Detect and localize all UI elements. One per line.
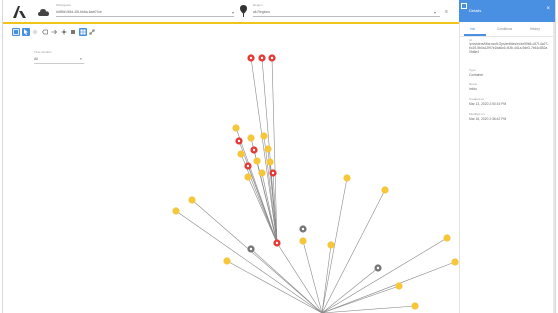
node-glyph — [249, 56, 253, 60]
node-yellow[interactable] — [260, 132, 268, 140]
region-label: Region — [253, 3, 263, 7]
node-yellow[interactable] — [237, 150, 245, 158]
details-panel-header: Details × — [459, 0, 555, 22]
tab-info[interactable]: Info — [470, 27, 475, 31]
node-glyph — [301, 227, 305, 231]
node-glyph — [260, 56, 264, 60]
graph-edges — [175, 57, 456, 313]
field-type-value: Container — [469, 73, 484, 77]
region-selector[interactable]: all-Regions — [253, 10, 270, 14]
node-glyph — [237, 139, 241, 143]
node-yellow[interactable] — [264, 145, 272, 153]
node-yellow[interactable] — [381, 186, 389, 194]
field-name-value: infolo — [469, 87, 477, 91]
project-label: Workspace — [56, 3, 71, 7]
field-created-value: Mar 13, 2020 2:50:15 PM — [469, 102, 507, 106]
region-dropdown-icon[interactable]: ▾ — [434, 10, 436, 15]
node-yellow[interactable] — [232, 124, 240, 132]
node-yellow[interactable] — [451, 258, 459, 266]
node-glyph — [249, 247, 253, 251]
node-glyph — [275, 241, 279, 245]
node-glyph — [246, 164, 250, 168]
node-yellow[interactable] — [266, 158, 274, 166]
node-yellow[interactable] — [299, 237, 307, 245]
field-id-value: /providers/Microsoft.Ops/entities/ec4e99… — [469, 42, 549, 55]
app-logo-icon[interactable] — [13, 6, 27, 18]
project-underline — [56, 16, 234, 17]
tool-arrow-icon[interactable] — [50, 28, 58, 36]
node-yellow[interactable] — [244, 173, 252, 181]
node-yellow[interactable] — [343, 174, 351, 182]
tool-tag-icon[interactable] — [41, 28, 49, 36]
graph-toolbar — [12, 28, 96, 37]
tab-conditions[interactable]: Conditions — [497, 27, 512, 31]
topology-graph[interactable] — [3, 38, 459, 313]
tool-link-icon[interactable] — [88, 28, 96, 36]
tool-grid-icon[interactable] — [78, 28, 87, 36]
active-tab-indicator — [464, 34, 486, 36]
location-pin-icon — [240, 5, 247, 17]
project-dropdown-icon[interactable]: ▾ — [232, 10, 234, 15]
details-panel-title: Details — [469, 8, 482, 13]
field-name-label: Name — [469, 82, 478, 86]
node-yellow[interactable] — [253, 157, 261, 165]
panel-toggle-icon[interactable] — [461, 3, 467, 9]
tool-pointer-icon[interactable] — [21, 28, 30, 36]
field-created-label: Created on — [469, 97, 484, 101]
field-type-label: Type — [469, 68, 476, 72]
node-yellow[interactable] — [395, 282, 403, 290]
field-modified-value: Mar 16, 2020 2:36:42 PM — [469, 117, 507, 121]
field-modified-label: Modified on — [469, 112, 485, 116]
project-selector[interactable]: #df5bf-f48d-45f-bb6a-6ae07ce — [56, 10, 102, 14]
node-yellow[interactable] — [258, 169, 266, 177]
node-glyph — [376, 266, 380, 270]
panel-scrollbar[interactable] — [553, 22, 555, 313]
node-yellow[interactable] — [247, 134, 255, 142]
node-yellow[interactable] — [411, 302, 419, 310]
tool-hub-icon[interactable] — [60, 28, 68, 36]
node-yellow[interactable] — [172, 207, 180, 215]
overflow-icon[interactable]: ≡ — [445, 9, 448, 15]
region-underline — [253, 16, 440, 17]
tool-stop-icon[interactable] — [69, 28, 77, 36]
node-glyph — [271, 171, 275, 175]
details-tabs: Info Conditions History — [460, 22, 555, 37]
tool-select-icon[interactable] — [12, 28, 20, 36]
tab-history[interactable]: History — [530, 27, 540, 31]
cloud-icon[interactable] — [38, 8, 50, 16]
graph-nodes — [172, 54, 459, 310]
details-panel: Info Conditions History Id /providers/Mi… — [459, 22, 555, 313]
node-glyph — [270, 56, 274, 60]
node-yellow[interactable] — [223, 257, 231, 265]
tool-hidden-icon[interactable] — [31, 28, 39, 36]
node-yellow[interactable] — [188, 196, 196, 204]
close-icon[interactable]: × — [546, 6, 550, 12]
node-glyph — [252, 148, 256, 152]
node-yellow[interactable] — [443, 234, 451, 242]
node-yellow[interactable] — [327, 241, 335, 249]
